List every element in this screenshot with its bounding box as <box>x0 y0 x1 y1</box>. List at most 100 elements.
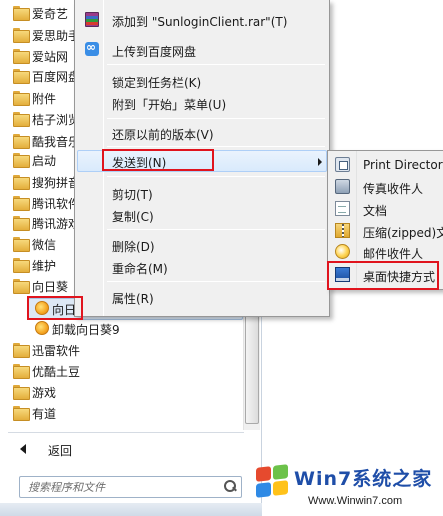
folder-icon <box>13 49 30 64</box>
menu-item-label: 剪切(T) <box>112 188 153 202</box>
folder-icon <box>13 6 30 21</box>
program-label: 优酷土豆 <box>32 365 81 379</box>
menu-item-label: 添加到 "SunloginClient.rar"(T) <box>112 15 288 29</box>
menu-item-label: 传真收件人 <box>363 182 424 196</box>
program-folder-games[interactable]: 游戏 <box>0 381 243 403</box>
program-label: 游戏 <box>32 386 57 400</box>
program-label: 迅雷软件 <box>32 344 81 358</box>
folder-icon <box>13 385 30 400</box>
program-label: 酷我音乐 <box>32 135 81 149</box>
back-button[interactable]: 返回 <box>0 437 243 461</box>
program-uninstall-sunlogin[interactable]: 卸载向日葵9 <box>0 318 243 340</box>
folder-icon <box>13 153 30 168</box>
menu-item-label: 压缩(zipped)文 <box>363 226 443 240</box>
menu-separator <box>107 176 325 177</box>
divider <box>8 432 244 433</box>
menu-item-add-to-rar[interactable]: 添加到 "SunloginClient.rar"(T) <box>77 9 327 31</box>
menu-item-pin-taskbar[interactable]: 锁定到任务栏(K) <box>77 70 327 92</box>
watermark-url: Www.Winwin7.com <box>308 495 403 507</box>
menu-item-label: 文档 <box>363 204 388 218</box>
sendto-print-directory[interactable]: Print Directory <box>330 154 443 176</box>
program-label: 维护 <box>32 259 57 273</box>
search-input[interactable] <box>28 480 208 495</box>
program-label: 有道 <box>32 407 57 421</box>
menu-item-label: Print Directory <box>363 158 443 172</box>
watermark-title: Win7系统之家 <box>294 468 433 490</box>
menu-item-rename[interactable]: 重命名(M) <box>77 256 327 278</box>
folder-icon <box>13 216 30 231</box>
watermark: Win7系统之家 Www.Winwin7.com <box>246 462 443 516</box>
menu-item-copy[interactable]: 复制(C) <box>77 204 327 226</box>
folder-icon <box>13 28 30 43</box>
folder-icon <box>13 237 30 252</box>
menu-separator <box>107 64 325 65</box>
menu-separator <box>107 229 325 230</box>
search-icon[interactable] <box>224 480 236 492</box>
folder-icon <box>13 279 30 294</box>
folder-icon <box>13 364 30 379</box>
program-label: 爱思助手 <box>32 29 81 43</box>
submenu-arrow-icon <box>318 158 322 166</box>
menu-item-label: 删除(D) <box>112 240 155 254</box>
menu-item-pin-start[interactable]: 附到「开始」菜单(U) <box>77 92 327 114</box>
sendto-mail-recipient[interactable]: 邮件收件人 <box>330 241 443 263</box>
program-label: 爱站网 <box>32 50 69 64</box>
folder-icon <box>13 91 30 106</box>
program-label: 向日葵 <box>32 280 69 294</box>
folder-icon <box>13 112 30 127</box>
menu-item-label: 属性(R) <box>112 292 154 306</box>
search-box[interactable] <box>19 476 242 498</box>
program-label: 腾讯软件 <box>32 197 81 211</box>
folder-icon <box>13 258 30 273</box>
menu-item-delete[interactable]: 删除(D) <box>77 234 327 256</box>
program-label: 搜狗拼音 <box>32 176 81 190</box>
program-folder-youku[interactable]: 优酷土豆 <box>0 360 243 382</box>
mail-icon <box>335 244 350 259</box>
program-folder-youdao[interactable]: 有道 <box>0 402 243 424</box>
printer-icon <box>335 157 350 172</box>
menu-separator <box>107 281 325 282</box>
menu-item-label: 还原以前的版本(V) <box>112 128 214 142</box>
program-label: 微信 <box>32 238 57 252</box>
menu-separator <box>107 146 325 147</box>
program-label: 附件 <box>32 92 57 106</box>
sunlogin-icon <box>35 321 49 335</box>
menu-item-properties[interactable]: 属性(R) <box>77 286 327 308</box>
program-label: 爱奇艺 <box>32 7 69 21</box>
windows-logo-icon <box>256 464 292 499</box>
folder-icon <box>13 69 30 84</box>
annotation-box-send-to <box>102 149 214 171</box>
program-label: 腾讯游戏 <box>32 217 81 231</box>
menu-item-label: 上传到百度网盘 <box>112 45 197 59</box>
menu-item-restore-versions[interactable]: 还原以前的版本(V) <box>77 122 327 144</box>
document-icon <box>335 201 350 216</box>
folder-icon <box>13 134 30 149</box>
annotation-box-sunlogin <box>27 296 83 320</box>
menu-item-label: 邮件收件人 <box>363 247 424 261</box>
annotation-box-desktop-shortcut <box>327 261 439 290</box>
menu-item-label: 附到「开始」菜单(U) <box>112 98 227 112</box>
winrar-icon <box>85 12 99 27</box>
menu-item-label: 锁定到任务栏(K) <box>112 76 202 90</box>
baidu-cloud-icon <box>85 40 99 56</box>
fax-icon <box>335 179 350 194</box>
zip-folder-icon <box>335 223 350 238</box>
program-label: 启动 <box>32 154 57 168</box>
program-label: 百度网盘 <box>32 70 81 84</box>
folder-icon <box>13 175 30 190</box>
folder-icon <box>13 406 30 421</box>
sendto-fax-recipient[interactable]: 传真收件人 <box>330 176 443 198</box>
back-arrow-icon <box>20 444 26 454</box>
program-label: 桔子浏览 <box>32 113 81 127</box>
menu-item-cut[interactable]: 剪切(T) <box>77 182 327 204</box>
menu-item-label: 复制(C) <box>112 210 154 224</box>
menu-item-upload-baidu[interactable]: 上传到百度网盘 <box>77 39 327 61</box>
menu-item-label: 重命名(M) <box>112 262 168 276</box>
folder-icon <box>13 196 30 211</box>
program-folder-xunlei[interactable]: 迅雷软件 <box>0 339 243 361</box>
program-label: 卸载向日葵9 <box>52 323 120 337</box>
back-label: 返回 <box>48 444 73 458</box>
sendto-zip-folder[interactable]: 压缩(zipped)文 <box>330 220 443 242</box>
sendto-documents[interactable]: 文档 <box>330 198 443 220</box>
menu-separator <box>107 118 325 119</box>
